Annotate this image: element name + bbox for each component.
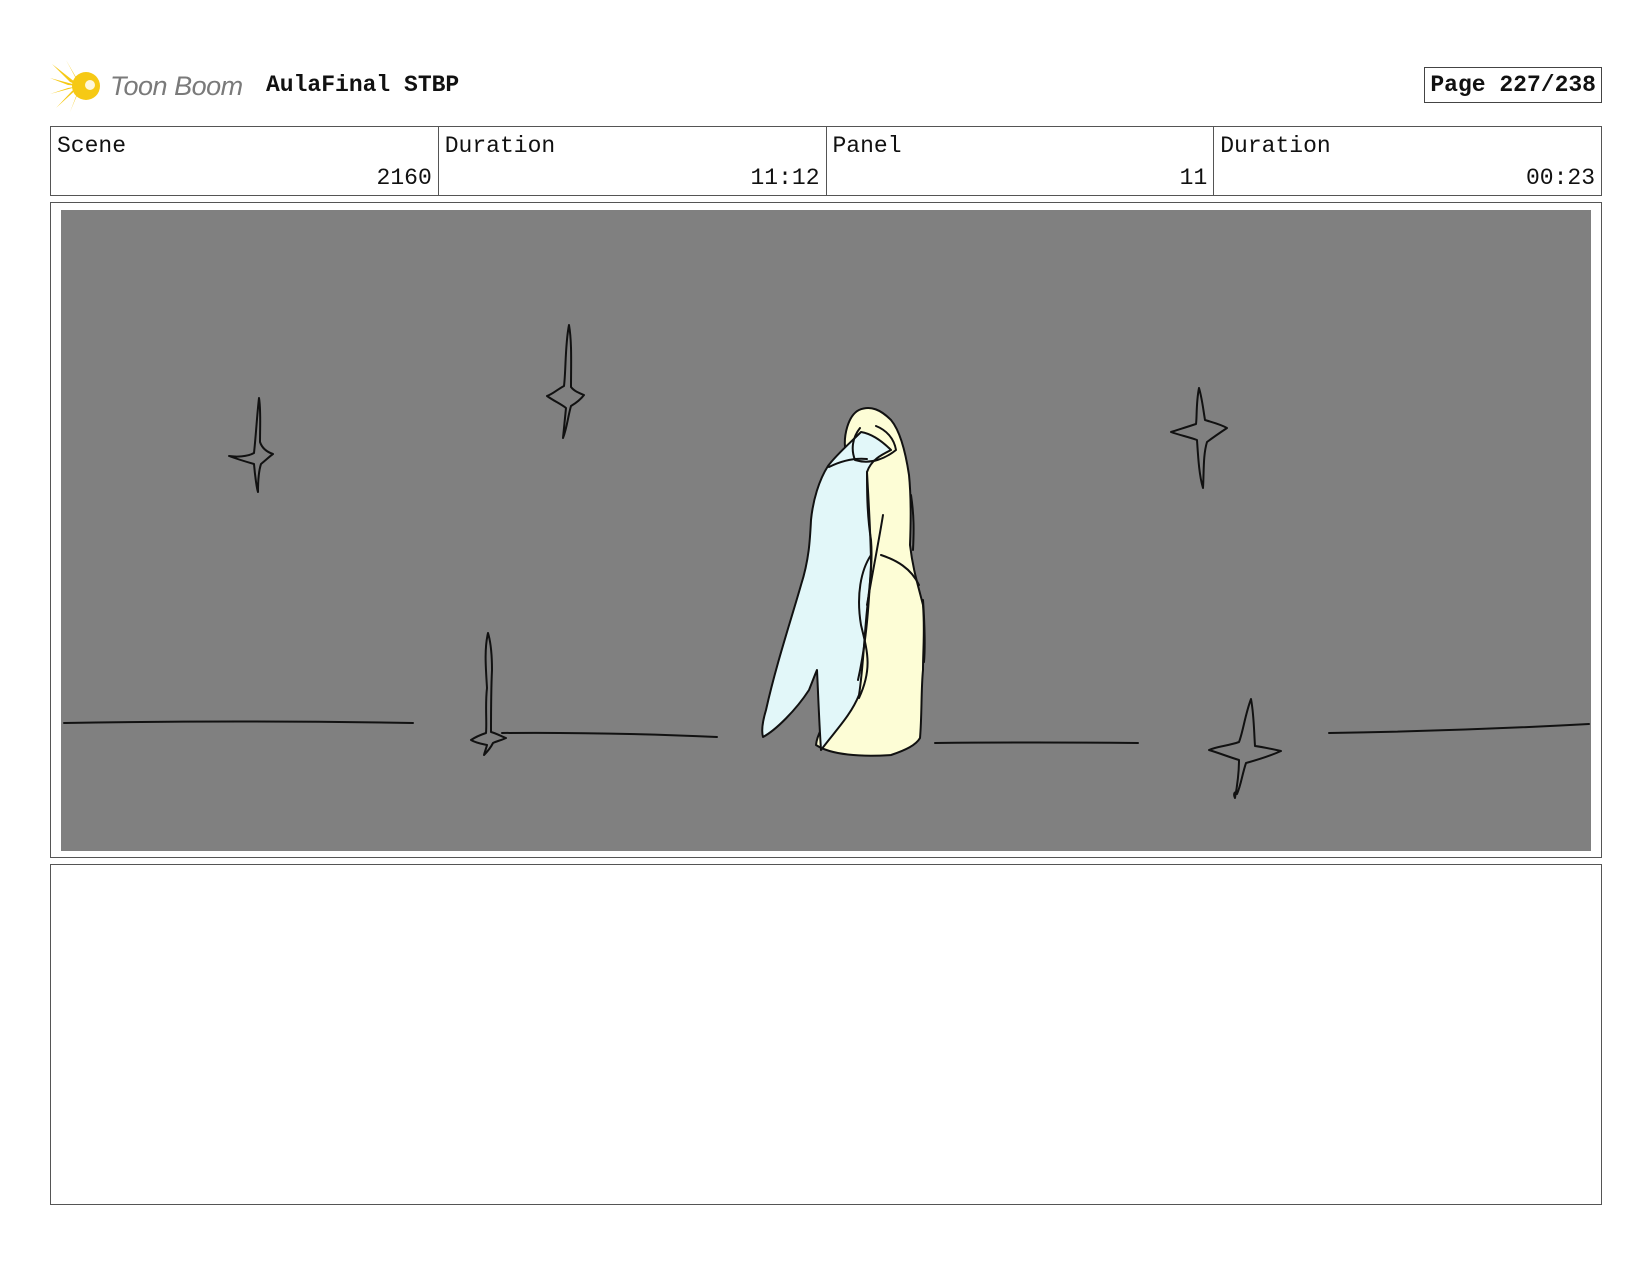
sparkle-star [228, 397, 274, 493]
sparkle-star [1170, 387, 1228, 489]
scene-duration-label: Duration [444, 133, 556, 159]
sparkle-star [470, 632, 507, 756]
panel-duration-value: 00:23 [1525, 165, 1595, 191]
panel-label: Panel [832, 133, 902, 159]
scene-value: 2160 [376, 165, 432, 191]
storyboard-panel-image [61, 210, 1591, 851]
panel-sketch [63, 324, 1590, 799]
panel-duration-cell: Duration 00:23 [1214, 127, 1601, 195]
notes-box [50, 864, 1602, 1205]
ground-line [501, 731, 718, 738]
info-table: Scene 2160 Duration 11:12 Panel 11 Durat… [50, 126, 1602, 196]
logo-text: Toon Boom [110, 70, 243, 101]
ground-line [63, 720, 414, 724]
toon-boom-logo: Toon Boom [50, 60, 243, 112]
cloaked-figure [761, 407, 926, 757]
panel-value: 11 [1179, 165, 1208, 191]
panel-cell: Panel 11 [827, 127, 1215, 195]
page-header: Toon Boom AulaFinal STBP Page 227/238 [50, 58, 1602, 114]
sparkle-star [546, 324, 585, 439]
project-title: AulaFinal STBP [266, 72, 460, 98]
storyboard-panel-frame [50, 202, 1602, 858]
scene-duration-cell: Duration 11:12 [439, 127, 827, 195]
sparkle-star [1208, 698, 1282, 799]
ground-line [934, 741, 1139, 744]
starburst-icon [50, 60, 100, 112]
scene-cell: Scene 2160 [51, 127, 439, 195]
scene-duration-value: 11:12 [750, 165, 820, 191]
scene-label: Scene [57, 133, 127, 159]
ground-line [1328, 723, 1590, 734]
page-number: Page 227/238 [1424, 67, 1602, 103]
panel-duration-label: Duration [1220, 133, 1331, 159]
